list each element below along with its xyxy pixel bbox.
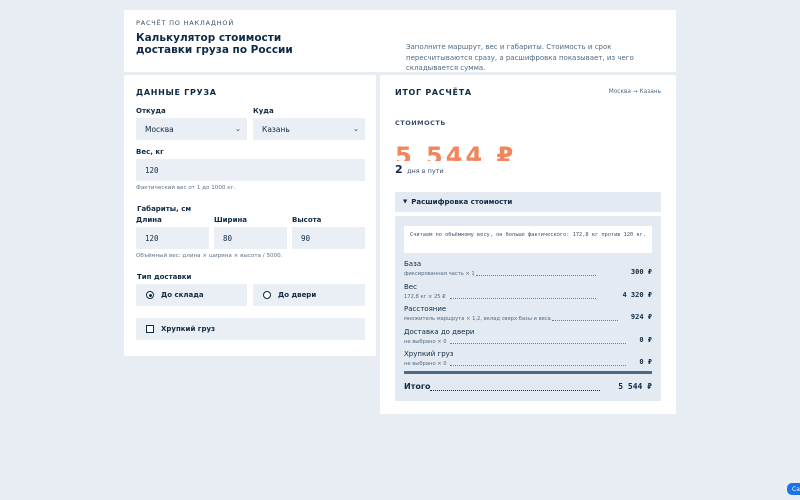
chevron-down-icon: ⌄ — [353, 125, 359, 133]
breakdown-row: База фиксированная часть × 1 300 ₽ — [404, 260, 652, 282]
row-title: Вес — [404, 283, 417, 291]
breakdown-row: Доставка до двери не выбрано × 0 0 ₽ — [404, 328, 652, 350]
price-container: 5 544 ₽ — [395, 141, 535, 161]
row-subtitle: не выбрано × 0 — [404, 361, 447, 367]
delivery-option-door[interactable]: До двери — [253, 284, 365, 306]
delivery-option-label: До двери — [278, 291, 317, 299]
row-title: База — [404, 260, 422, 268]
chevron-down-icon: ⌄ — [235, 125, 241, 133]
to-select-value: Казань — [262, 124, 290, 134]
to-select[interactable]: Казань ⌄ — [253, 118, 365, 140]
page-kicker: РАСЧЁТ ПО НАКЛАДНОЙ — [136, 19, 235, 27]
checkbox-icon — [146, 325, 154, 333]
total-price: 5 544 ₽ — [395, 142, 517, 161]
row-subtitle: множитель маршрута × 1,2, вклад сверх ба… — [404, 316, 551, 322]
from-select-value: Москва — [145, 124, 174, 134]
corner-action-button[interactable]: Ca — [787, 483, 800, 495]
result-section-title: ИТОГ РАСЧЁТА — [395, 88, 472, 97]
dimensions-label: Габариты, см — [137, 205, 192, 213]
result-card: ИТОГ РАСЧЁТА Москва → Казань СТОИМОСТЬ 5… — [380, 75, 676, 414]
delivery-option-label: До склада — [161, 291, 204, 299]
triangle-down-icon: ▼ — [403, 199, 408, 205]
row-value: 0 ₽ — [639, 336, 652, 344]
radio-unselected-icon — [263, 291, 271, 299]
row-subtitle: 172,8 кг × 25 ₽ — [404, 294, 446, 300]
length-label: Длина — [136, 216, 162, 224]
fragile-label: Хрупкий груз — [161, 325, 216, 333]
fragile-checkbox[interactable]: Хрупкий груз — [136, 318, 365, 340]
total-value: 5 544 ₽ — [618, 382, 652, 391]
weight-hint: Фактический вес от 1 до 1000 кг. — [136, 185, 236, 191]
row-title: Доставка до двери — [404, 328, 475, 336]
row-value: 0 ₽ — [639, 358, 652, 366]
total-label: Итого — [404, 382, 431, 391]
width-label: Ширина — [214, 216, 248, 224]
row-leader — [450, 298, 596, 299]
row-value: 4 320 ₽ — [622, 291, 652, 299]
breakdown-row: Вес 172,8 кг × 25 ₽ 4 320 ₽ — [404, 283, 652, 305]
to-label: Куда — [253, 107, 274, 115]
total-row: Итого 5 544 ₽ — [404, 380, 652, 394]
header-card: РАСЧЁТ ПО НАКЛАДНОЙ Калькулятор стоимост… — [124, 10, 676, 72]
breakdown-toggle[interactable]: ▼ Расшифровка стоимости — [395, 192, 661, 212]
height-input[interactable]: 90 — [292, 227, 365, 249]
length-input[interactable]: 120 — [136, 227, 209, 249]
delivery-option-warehouse[interactable]: До склада — [136, 284, 247, 306]
page-title: Калькулятор стоимости доставки груза по … — [136, 32, 293, 56]
breakdown-title: Расшифровка стоимости — [411, 198, 513, 206]
row-value: 300 ₽ — [630, 268, 652, 276]
breakdown-row: Расстояние множитель маршрута × 1,2, вкл… — [404, 305, 652, 327]
row-leader — [476, 275, 596, 276]
row-value: 924 ₽ — [630, 313, 652, 321]
row-title: Хрупкий груз — [404, 350, 454, 358]
row-leader — [450, 365, 626, 366]
width-input[interactable]: 80 — [214, 227, 287, 249]
breakdown-panel: Считаем по объёмному весу, он больше фак… — [395, 216, 661, 401]
weight-label: Вес, кг — [136, 148, 164, 156]
page-subtitle: Заполните маршрут, вес и габариты. Стоим… — [406, 43, 634, 72]
from-label: Откуда — [136, 107, 166, 115]
total-divider — [404, 371, 652, 374]
radio-selected-icon — [146, 291, 154, 299]
row-leader — [552, 320, 618, 321]
total-leader — [430, 390, 600, 391]
row-subtitle: фиксированная часть × 1 — [404, 271, 475, 277]
route-label: Москва → Казань — [608, 89, 661, 95]
cost-label: СТОИМОСТЬ — [395, 119, 446, 127]
form-section-title: ДАННЫЕ ГРУЗА — [136, 88, 217, 97]
delivery-type-label: Тип доставки — [137, 273, 192, 281]
row-subtitle: не выбрано × 0 — [404, 339, 447, 345]
cargo-form-card: ДАННЫЕ ГРУЗА Откуда Москва ⌄ Куда Казань… — [124, 75, 376, 356]
delivery-days-text: дня в пути — [407, 167, 444, 175]
row-leader — [450, 343, 626, 344]
height-label: Высота — [292, 216, 322, 224]
row-title: Расстояние — [404, 305, 447, 313]
delivery-days: 2 — [395, 163, 403, 176]
from-select[interactable]: Москва ⌄ — [136, 118, 247, 140]
weight-input[interactable]: 120 — [136, 159, 365, 181]
dimensions-hint: Объёмный вес: длина × ширина × высота / … — [136, 253, 283, 259]
breakdown-row: Хрупкий груз не выбрано × 0 0 ₽ — [404, 350, 652, 372]
volumetric-note: Считаем по объёмному весу, он больше фак… — [404, 226, 652, 253]
